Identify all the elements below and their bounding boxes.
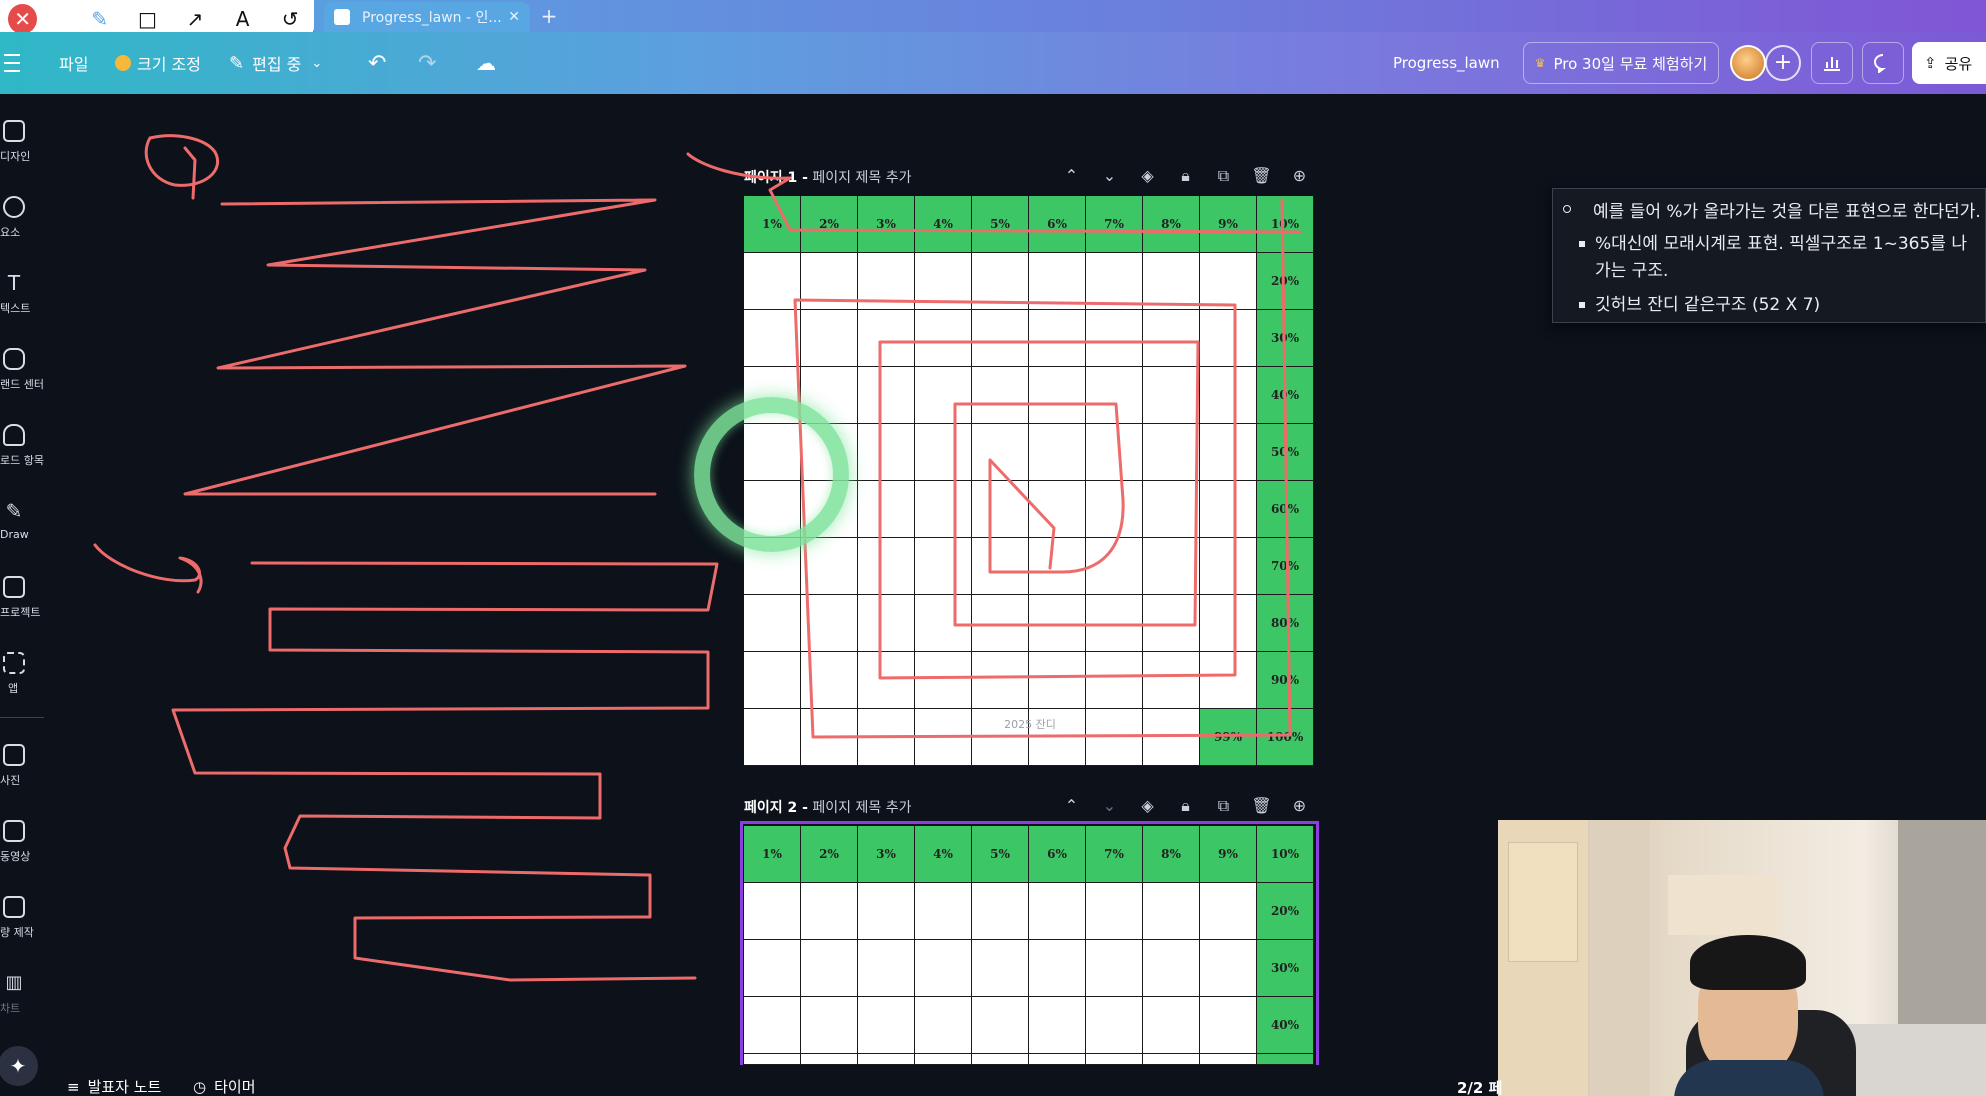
annotation-number-2	[93, 543, 203, 594]
timer-label: 타이머	[214, 1078, 256, 1096]
notes-item-1: 예를 들어 %가 올라가는 것을 다른 표현으로 한다던가.	[1563, 197, 1981, 222]
webcam-poster	[1508, 842, 1578, 962]
webcam-door	[1590, 820, 1650, 1096]
notes-panel: 예를 들어 %가 올라가는 것을 다른 표현으로 한다던가. %대신에 모래시계…	[1552, 188, 1986, 323]
notes-line-2a: %대신에 모래시계로 표현. 픽셀구조로 1~365를 나	[1595, 234, 1967, 254]
webcam-person-shirt	[1674, 1060, 1824, 1096]
notes-icon: ≡	[67, 1077, 80, 1096]
annotation-number-1	[144, 134, 219, 200]
timer-button[interactable]: ◷ 타이머	[193, 1076, 256, 1096]
notes-item-2: %대신에 모래시계로 표현. 픽셀구조로 1~365를 나 가는 구조.	[1579, 231, 1975, 285]
speaker-notes-button[interactable]: ≡ 발표자 노트	[67, 1076, 161, 1096]
notes-line-1: 예를 들어 %가 올라가는 것을 다른 표현으로 한다던가.	[1593, 202, 1981, 222]
webcam-person-hair	[1690, 935, 1806, 990]
annotation-arrow-top	[686, 152, 1302, 234]
notes-line-2b: 가는 구조.	[1595, 261, 1669, 281]
webcam-overlay	[1498, 820, 1986, 1096]
speaker-notes-label: 발표자 노트	[87, 1078, 162, 1096]
page-indicator[interactable]: 2/2 페	[1457, 1077, 1502, 1096]
webcam-paper	[1668, 875, 1778, 935]
notes-item-3: 깃허브 잔디 같은구조 (52 X 7)	[1579, 292, 1975, 319]
laser-pointer-ring	[694, 397, 849, 552]
annotation-zigzag-2	[171, 561, 719, 982]
annotation-zigzag-1	[183, 198, 687, 496]
annotation-spiral	[793, 198, 1292, 739]
timer-icon: ◷	[193, 1077, 207, 1096]
